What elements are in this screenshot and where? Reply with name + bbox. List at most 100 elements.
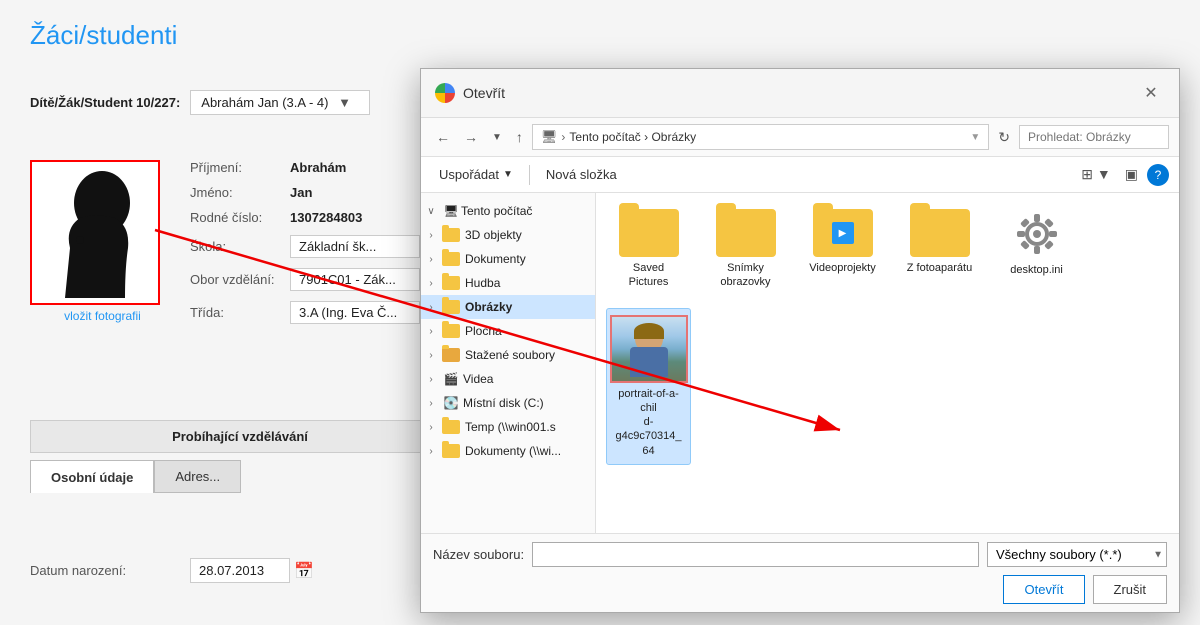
- sidebar-item-videa[interactable]: › 🎬 Videa: [421, 367, 595, 391]
- prijmeni-value: Abrahám: [290, 160, 346, 175]
- search-input[interactable]: [1019, 125, 1169, 149]
- folder-videa-icon: 🎬: [441, 371, 461, 387]
- nav-back-button[interactable]: ←: [431, 126, 455, 148]
- cancel-button[interactable]: Zrušit: [1093, 575, 1168, 604]
- obor-input[interactable]: 7901C01 - Zák...: [290, 268, 420, 291]
- file-item-videoprojekty[interactable]: ▶ Videoprojekty: [800, 203, 885, 296]
- file-name-saved-pictures: Saved Pictures: [612, 261, 685, 290]
- filename-input[interactable]: [532, 542, 979, 567]
- refresh-button[interactable]: ↻: [993, 126, 1015, 149]
- calendar-icon[interactable]: 📅: [294, 561, 314, 581]
- sidebar-item-dokumenty[interactable]: › Dokumenty: [421, 247, 595, 271]
- skola-input[interactable]: Základní šk...: [290, 235, 420, 258]
- file-name-portrait: portrait-of-a-child-g4c9c70314_64: [613, 387, 684, 458]
- sidebar-label-stazene: Stažené soubory: [465, 348, 555, 362]
- sidebar-item-dokumenty-net[interactable]: › Dokumenty (\\wi...: [421, 439, 595, 463]
- nav-up-button[interactable]: ↑: [511, 126, 528, 148]
- sidebar-label-videa: Videa: [463, 372, 493, 386]
- dialog-chrome-icon: [435, 83, 455, 103]
- preview-pane-button[interactable]: ▣: [1120, 163, 1143, 186]
- file-item-desktop-ini[interactable]: desktop.ini: [994, 203, 1079, 296]
- view-options-button[interactable]: ⊞ ▼: [1076, 163, 1115, 186]
- sidebar-item-3d[interactable]: › 3D objekty: [421, 223, 595, 247]
- tab-personal[interactable]: Osobní údaje: [30, 460, 154, 493]
- folder-obrazky-icon: [441, 299, 461, 315]
- jmeno-value: Jan: [290, 185, 312, 200]
- rodne-cislo-label: Rodné číslo:: [190, 210, 290, 225]
- organize-button[interactable]: Uspořádat ▼: [431, 164, 521, 185]
- dialog-close-button[interactable]: ✕: [1137, 79, 1165, 107]
- folder-3d-icon: [441, 227, 461, 243]
- trida-label: Třída:: [190, 305, 290, 320]
- file-item-z-fotoaparatu[interactable]: Z fotoaparátu: [897, 203, 982, 296]
- address-path[interactable]: 🖥 › Tento počítač › Obrázky ▼: [532, 124, 989, 150]
- photo-area: vložit fotografii: [30, 160, 175, 323]
- date-input[interactable]: 28.07.2013: [190, 558, 290, 583]
- expand-icon: ›: [421, 230, 441, 241]
- sidebar-item-pc[interactable]: ∨ 🖥 Tento počítač: [421, 199, 595, 223]
- upload-photo-link[interactable]: vložit fotografii: [30, 309, 175, 323]
- filetype-wrapper: Všechny soubory (*.*) ▼: [987, 542, 1167, 567]
- nav-forward-button[interactable]: →: [459, 126, 483, 148]
- toolbar: Uspořádat ▼ Nová složka ⊞ ▼ ▣ ?: [421, 157, 1179, 193]
- address-bar: ← → ▼ ↑ 🖥 › Tento počítač › Obrázky ▼ ↻: [421, 118, 1179, 157]
- prijmeni-label: Příjmení:: [190, 160, 290, 175]
- help-button[interactable]: ?: [1147, 164, 1169, 186]
- sidebar-item-disk-c[interactable]: › 💽 Místní disk (C:): [421, 391, 595, 415]
- expand-icon: ›: [421, 254, 441, 265]
- folder-snimky-icon: [716, 209, 776, 257]
- sidebar-label-obrazky: Obrázky: [465, 300, 512, 314]
- network-folder-dok-icon: [441, 443, 461, 459]
- gear-settings-icon: [1012, 209, 1062, 259]
- expand-icon: ›: [421, 302, 441, 313]
- open-button[interactable]: Otevřít: [1003, 575, 1084, 604]
- file-name-snimky: Snímkyobrazovky: [720, 261, 770, 290]
- expand-icon: ›: [421, 422, 441, 433]
- expand-icon: ›: [421, 326, 441, 337]
- folder-stazene-icon: [441, 347, 461, 363]
- file-item-snimky[interactable]: Snímkyobrazovky: [703, 203, 788, 296]
- dialog-bottom: Název souboru: Všechny soubory (*.*) ▼ O…: [421, 533, 1179, 612]
- file-name-videoprojekty: Videoprojekty: [809, 261, 875, 275]
- jmeno-label: Jméno:: [190, 185, 290, 200]
- sidebar-item-obrazky[interactable]: › Obrázky: [421, 295, 595, 319]
- folder-saved-pictures-icon: [619, 209, 679, 257]
- file-item-portrait[interactable]: portrait-of-a-child-g4c9c70314_64: [606, 308, 691, 465]
- folder-fotoaparatu-icon: [910, 209, 970, 257]
- sidebar-label-disk-c: Místní disk (C:): [463, 396, 544, 410]
- app-title: Žáci/studenti: [30, 20, 177, 51]
- expand-icon: ∨: [421, 206, 441, 217]
- sidebar-item-temp[interactable]: › Temp (\\win001.s: [421, 415, 595, 439]
- path-text: Tento počítač › Obrázky: [569, 130, 696, 144]
- folder-videoprojekty-icon: ▶: [813, 209, 873, 257]
- sidebar-item-plocha[interactable]: › Plocha: [421, 319, 595, 343]
- tab-address[interactable]: Adres...: [154, 460, 241, 493]
- date-row: Datum narození: 28.07.2013 📅: [30, 558, 314, 583]
- trida-input[interactable]: 3.A (Ing. Eva Č...: [290, 301, 420, 324]
- path-separator: ›: [561, 130, 565, 144]
- organize-arrow: ▼: [503, 169, 513, 180]
- nav-dropdown-button[interactable]: ▼: [487, 129, 507, 146]
- sidebar-item-hudba[interactable]: › Hudba: [421, 271, 595, 295]
- network-folder-temp-icon: [441, 419, 461, 435]
- filetype-select[interactable]: Všechny soubory (*.*): [987, 542, 1167, 567]
- file-name-z-fotoaparatu: Z fotoaparátu: [907, 261, 972, 275]
- new-folder-button[interactable]: Nová složka: [538, 164, 625, 185]
- portrait-thumbnail: [610, 315, 688, 383]
- file-item-saved-pictures[interactable]: Saved Pictures: [606, 203, 691, 296]
- toolbar-right: ⊞ ▼ ▣ ?: [1076, 163, 1169, 186]
- expand-icon: ›: [421, 278, 441, 289]
- sidebar-item-stazene[interactable]: › Stažené soubory: [421, 343, 595, 367]
- sidebar-label-dokumenty-net: Dokumenty (\\wi...: [465, 444, 561, 458]
- student-selector[interactable]: Abrahám Jan (3.A - 4) ▼: [190, 90, 370, 115]
- student-dropdown-arrow: ▼: [338, 95, 351, 110]
- expand-icon: ›: [421, 446, 441, 457]
- file-name-desktop-ini: desktop.ini: [1010, 263, 1063, 277]
- folder-doc-icon: [441, 251, 461, 267]
- expand-icon: ›: [421, 350, 441, 361]
- folder-plocha-icon: [441, 323, 461, 339]
- sidebar-label-dokumenty: Dokumenty: [465, 252, 526, 266]
- pc-icon: 🖥: [441, 203, 461, 219]
- sidebar: ∨ 🖥 Tento počítač › 3D objekty › Dokumen…: [421, 193, 596, 533]
- file-grid: Saved Pictures Snímkyobrazovky ▶ Videopr…: [606, 203, 1169, 465]
